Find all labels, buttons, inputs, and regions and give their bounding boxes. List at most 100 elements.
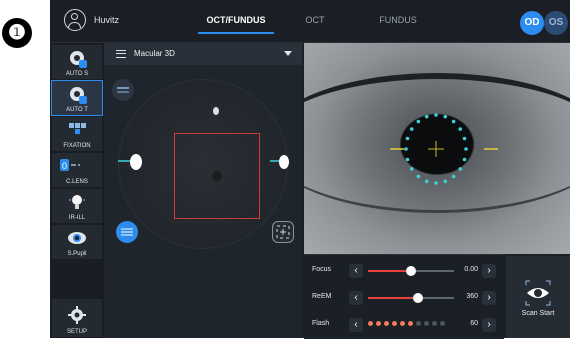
alignment-dot: [409, 167, 414, 171]
alignment-dot: [462, 136, 467, 141]
fundus-scan-view: [104, 65, 302, 338]
active-tab-indicator: [198, 32, 274, 34]
menu-icon[interactable]: [116, 50, 126, 58]
top-bar: Huvitz OCT/FUNDUS OCT FUNDUS OS OD: [50, 0, 570, 43]
ir-ill-icon: [69, 195, 85, 209]
alignment-dot: [451, 119, 456, 124]
focus-label: Focus: [312, 266, 332, 273]
sidebar-item-ir-ill[interactable]: IR-ILL: [52, 189, 102, 223]
auto-s-icon: [70, 51, 87, 68]
focus-slider-fill: [368, 270, 411, 272]
flash-increase-button[interactable]: ›: [482, 318, 496, 332]
flash-dot: [368, 321, 373, 326]
s-pupil-icon: [68, 232, 86, 244]
flash-dot: [400, 321, 405, 326]
alignment-dot: [443, 179, 448, 184]
flash-dot: [408, 321, 413, 326]
alignment-dot: [405, 157, 410, 162]
sidebar-item-label: C.LENS: [66, 179, 88, 185]
sidebar-item-label: IR-ILL: [68, 215, 86, 221]
camera-controls: Focus ‹ 0.00 › ReEM ‹ 360 › Flash ‹ 60 ›: [304, 254, 504, 339]
focus-slider[interactable]: [368, 266, 454, 276]
eye-scan-icon: [525, 280, 551, 306]
od-eye-button[interactable]: OD: [520, 11, 544, 35]
flash-decrease-button[interactable]: ‹: [349, 318, 363, 332]
relm-slider[interactable]: [368, 293, 454, 303]
alignment-dot: [416, 119, 421, 124]
flash-dot: [384, 321, 389, 326]
scan-start-label: Scan Start: [521, 310, 555, 317]
flash-dot: [392, 321, 397, 326]
relm-decrease-button[interactable]: ‹: [349, 291, 363, 305]
flash-dot: [376, 321, 381, 326]
sidebar-item-s-pupil[interactable]: S.Pupil: [52, 225, 102, 259]
alignment-dot: [462, 157, 467, 162]
alignment-dot: [434, 113, 438, 117]
sidebar-item-auto-s[interactable]: AUTO S: [52, 45, 102, 79]
relm-slider-fill: [368, 297, 418, 299]
svg-text:0: 0: [62, 161, 67, 171]
alignment-dot: [424, 179, 429, 184]
sidebar-item-fixation[interactable]: FIXATION: [52, 117, 102, 151]
gear-icon: [68, 306, 86, 324]
relm-slider-thumb[interactable]: [412, 293, 423, 303]
alignment-dot: [458, 127, 463, 131]
pupil-alignment-overlay: [390, 113, 498, 185]
tab-oct[interactable]: OCT: [290, 15, 340, 25]
recenter-icon[interactable]: [272, 221, 294, 243]
anterior-eye-view: [304, 43, 570, 254]
flash-dot: [424, 321, 429, 326]
scan-mode-label: Macular 3D: [134, 49, 175, 58]
alignment-dot: [405, 136, 410, 141]
auto-t-icon: [70, 87, 87, 104]
flash-value: 60: [470, 320, 478, 327]
alignment-dot: [409, 127, 414, 131]
flash-control: Flash ‹ 60 ›: [304, 313, 504, 337]
user-icon[interactable]: [64, 9, 86, 31]
scan-start-button[interactable]: Scan Start: [506, 256, 570, 338]
focus-value: 0.00: [464, 266, 478, 273]
sidebar-item-c-lens[interactable]: 0 C.LENS: [52, 153, 102, 187]
relm-label: ReEM: [312, 293, 332, 300]
figure-marker: ❶: [2, 18, 32, 48]
flash-dot: [416, 321, 421, 326]
focus-slider-thumb[interactable]: [406, 266, 416, 276]
scan-line-icon[interactable]: [112, 79, 134, 101]
alignment-dot: [434, 181, 438, 185]
sidebar-item-label: S.Pupil: [67, 251, 87, 257]
focus-increase-button[interactable]: ›: [482, 264, 496, 278]
chevron-down-icon[interactable]: [284, 51, 292, 56]
sidebar-item-label: AUTO S: [65, 71, 89, 77]
focus-control: Focus ‹ 0.00 ›: [304, 259, 504, 283]
flash-label: Flash: [312, 320, 330, 327]
setup-label: SETUP: [66, 329, 87, 335]
flash-dot: [440, 321, 445, 326]
setup-button[interactable]: SETUP: [52, 299, 102, 337]
app-window: Huvitz OCT/FUNDUS OCT FUNDUS OS OD AUTO …: [50, 0, 570, 339]
tab-fundus[interactable]: FUNDUS: [370, 15, 426, 25]
alignment-dot: [464, 147, 468, 151]
alignment-dot: [404, 147, 408, 151]
alignment-dot: [443, 114, 448, 119]
alignment-dot: [458, 167, 463, 171]
alignment-overlay: [118, 154, 289, 170]
sidebar-item-auto-t[interactable]: AUTO T: [51, 80, 103, 116]
focus-decrease-button[interactable]: ‹: [349, 264, 363, 278]
fixation-icon: [69, 123, 86, 134]
alignment-dot: [424, 114, 429, 119]
sidebar-item-label: AUTO T: [66, 107, 88, 113]
c-lens-icon: 0: [60, 159, 80, 171]
scan-pattern-icon[interactable]: [116, 221, 138, 243]
alignment-dot: [416, 174, 421, 179]
sidebar-item-label: FIXATION: [63, 143, 91, 149]
relm-control: ReEM ‹ 360 ›: [304, 286, 504, 310]
tab-oct-fundus[interactable]: OCT/FUNDUS: [200, 15, 272, 25]
brand-name: Huvitz: [94, 15, 120, 25]
sidebar: AUTO S AUTO T FIXATION 0 C.LENS IR-ILL S…: [50, 43, 104, 338]
relm-increase-button[interactable]: ›: [482, 291, 496, 305]
scan-mode-select[interactable]: Macular 3D: [104, 43, 302, 65]
os-eye-button[interactable]: OS: [544, 11, 568, 35]
alignment-dot: [451, 174, 456, 179]
flash-dot: [432, 321, 437, 326]
relm-value: 360: [466, 293, 478, 300]
